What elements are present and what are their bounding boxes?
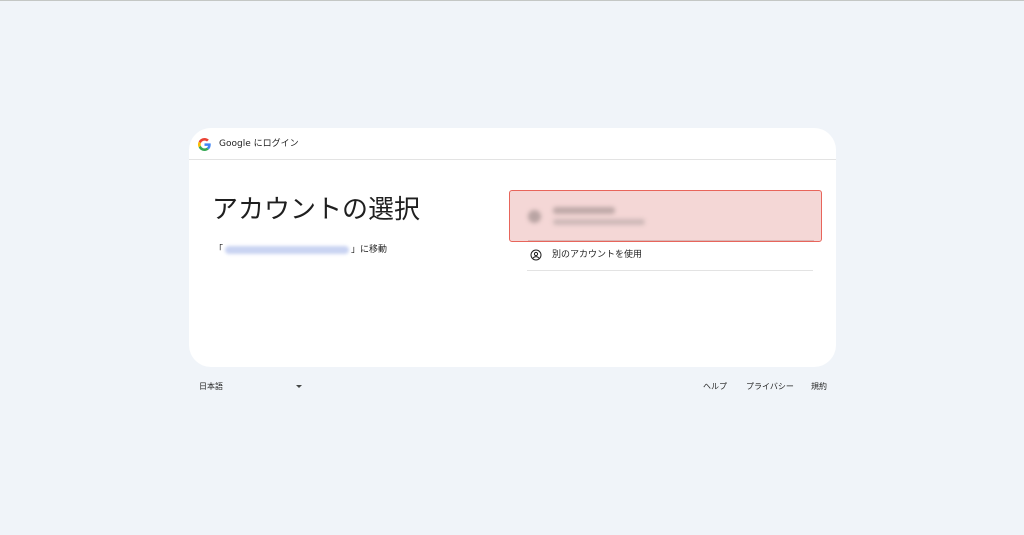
account-avatar [528,210,541,223]
language-select[interactable]: 日本語 [199,380,309,394]
language-label: 日本語 [199,382,223,391]
account-divider [528,240,814,241]
footer: 日本語 ヘルプ プライバシー 規約 [189,378,836,396]
google-g-icon [198,138,211,151]
privacy-link[interactable]: プライバシー [746,380,794,394]
terms-link[interactable]: 規約 [811,380,827,394]
signin-card: Google にログイン アカウントの選択 「 」に移動 別のアカウントを使用 [189,128,836,367]
page-title: アカウントの選択 [212,195,421,225]
account-email-redacted [553,219,645,225]
continue-to-text: 「 」に移動 [214,243,387,257]
top-divider [0,0,1024,1]
account-item-selected[interactable] [509,190,822,242]
redirect-domain-link[interactable] [225,245,350,254]
help-link[interactable]: ヘルプ [703,380,727,394]
use-another-account-button[interactable]: 別のアカウントを使用 [527,242,813,271]
use-another-account-label: 別のアカウントを使用 [552,250,643,260]
continue-suffix: 」に移動 [351,245,388,255]
account-name-redacted [553,207,615,214]
continue-open-bracket: 「 [214,245,224,255]
caret-down-icon [296,385,302,388]
card-header: Google にログイン [189,128,836,160]
person-circle-icon [530,249,542,261]
header-title: Google にログイン [219,139,299,149]
